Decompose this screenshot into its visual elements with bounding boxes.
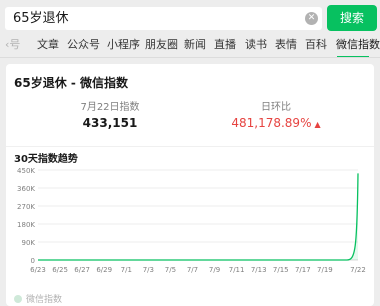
tabs-divider [0,57,380,58]
search-input[interactable]: 65岁退休 ✕ [5,7,322,30]
tab-prev-partial[interactable]: ‹号 [5,36,20,58]
tab-books[interactable]: 读书 [245,36,267,58]
y-tick-label: 90K [22,239,36,247]
x-tick-label: 7/22 [350,266,366,274]
tab-news[interactable]: 新闻 [184,36,206,58]
tab-stickers[interactable]: 表情 [275,36,297,58]
trend-chart: 0 90K 180K 270K 360K 450K 6/23 6/25 6/27 6/29 7/1 7… [6,160,374,278]
card-divider [6,146,374,147]
card-title: 65岁退休 - 微信指数 [14,76,129,90]
x-tick-label: 7/11 [229,266,245,274]
tab-moments[interactable]: 朋友圈 [145,36,178,58]
x-tick-label: 7/7 [187,266,198,274]
search-bar: 65岁退休 ✕ 搜索 [0,0,380,36]
x-tick-label: 6/27 [74,266,90,274]
y-tick-label: 180K [17,221,35,229]
x-tick-label: 7/9 [209,266,220,274]
daily-index-label: 7月22日指数 [80,102,140,113]
wechat-index-card: 65岁退休 - 微信指数 7月22日指数 433,151 日环比 481,178… [6,64,374,306]
series-area [38,173,358,260]
tab-live[interactable]: 直播 [214,36,236,58]
day-over-day-label: 日环比 [261,102,291,113]
day-over-day-number: 481,178.89% [231,116,312,130]
series-line [38,173,359,261]
x-tick-label: 7/13 [251,266,267,274]
x-tick-label: 7/1 [121,266,132,274]
x-tick-label: 6/25 [52,266,68,274]
y-tick-label: 0 [31,257,35,265]
y-tick-label: 360K [17,185,35,193]
x-tick-label: 7/3 [143,266,154,274]
clear-icon[interactable]: ✕ [305,12,318,25]
tab-bar: ‹号 文章 公众号 小程序 朋友圈 新闻 直播 读书 表情 百科 微信指数 [0,36,380,58]
tab-articles[interactable]: 文章 [37,36,59,58]
x-tick-label: 6/23 [30,266,46,274]
tab-wechat-index[interactable]: 微信指数 [336,36,380,58]
x-tick-label: 6/29 [96,266,112,274]
up-arrow-icon: ▲ [314,120,321,129]
daily-index-value: 433,151 [82,116,138,130]
source-text: 微信指数 [26,295,63,305]
trend-chart-svg: 090K180K270K360K450K6/23 6/25 6/27 6/29 7/1 7… [17,167,366,274]
wechat-index-icon [14,295,22,303]
tab-mini-programs[interactable]: 小程序 [107,36,140,58]
x-tick-label: 7/5 [165,266,176,274]
tab-official-accounts[interactable]: 公众号 [67,36,100,58]
x-tick-label: 7/17 [295,266,311,274]
day-over-day-value: 481,178.89% ▲ [206,116,346,130]
x-tick-label: 7/15 [273,266,289,274]
search-button[interactable]: 搜索 [327,5,377,31]
tab-encyclopedia[interactable]: 百科 [305,36,327,58]
x-tick-label: 7/19 [317,266,333,274]
search-query[interactable]: 65岁退休 [13,9,69,28]
y-tick-label: 450K [17,167,35,175]
y-tick-label: 270K [17,203,35,211]
source-label: 微信指数 [14,292,62,305]
